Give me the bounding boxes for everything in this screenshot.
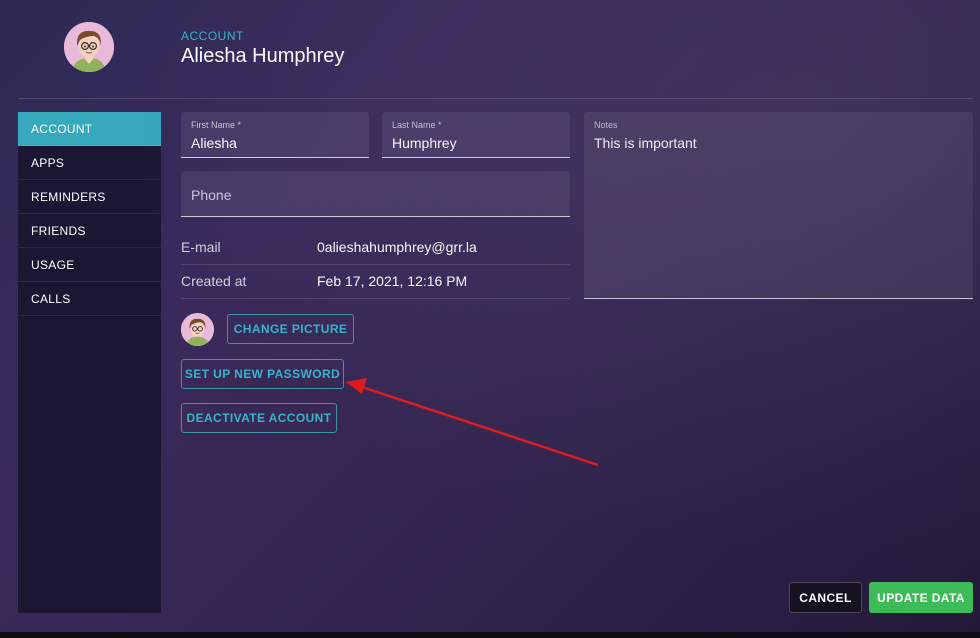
- sidebar-item-apps[interactable]: APPS: [18, 146, 161, 180]
- first-name-field[interactable]: First Name * Aliesha: [181, 112, 369, 158]
- notes-value[interactable]: This is important: [594, 135, 697, 151]
- header-divider: [18, 98, 973, 99]
- avatar-illustration-icon: [64, 22, 114, 72]
- update-data-button[interactable]: UPDATE DATA: [869, 582, 973, 613]
- email-row: E-mail 0alieshahumphrey@grr.la: [181, 231, 570, 265]
- cancel-button[interactable]: CANCEL: [789, 582, 862, 613]
- first-name-value[interactable]: Aliesha: [191, 135, 237, 151]
- user-avatar-large: [64, 22, 114, 72]
- created-at-row: Created at Feb 17, 2021, 12:16 PM: [181, 265, 570, 299]
- email-value: 0alieshahumphrey@grr.la: [317, 239, 477, 255]
- bottom-strip: [0, 632, 980, 638]
- sidebar-item-friends[interactable]: FRIENDS: [18, 214, 161, 248]
- sidebar-item-account[interactable]: ACCOUNT: [18, 112, 161, 146]
- notes-label: Notes: [594, 120, 618, 130]
- account-modal: ACCOUNT Aliesha Humphrey ACCOUNT APPS RE…: [0, 0, 980, 632]
- first-name-label: First Name *: [191, 120, 242, 130]
- sidebar-item-calls[interactable]: CALLS: [18, 282, 161, 316]
- created-at-label: Created at: [181, 273, 247, 289]
- user-avatar-small: [181, 313, 214, 346]
- change-picture-button[interactable]: CHANGE PICTURE: [227, 314, 354, 344]
- deactivate-account-button[interactable]: DEACTIVATE ACCOUNT: [181, 403, 337, 433]
- created-at-value: Feb 17, 2021, 12:16 PM: [317, 273, 468, 289]
- last-name-label: Last Name *: [392, 120, 442, 130]
- page-title: Aliesha Humphrey: [181, 45, 345, 67]
- last-name-value[interactable]: Humphrey: [392, 135, 457, 151]
- set-up-new-password-button[interactable]: SET UP NEW PASSWORD: [181, 359, 344, 389]
- phone-placeholder: Phone: [191, 187, 232, 203]
- sidebar-item-reminders[interactable]: REMINDERS: [18, 180, 161, 214]
- notes-field[interactable]: Notes This is important: [584, 112, 973, 299]
- header-section-label: ACCOUNT: [181, 29, 244, 43]
- avatar-illustration-icon: [181, 313, 214, 346]
- phone-field[interactable]: Phone: [181, 171, 570, 217]
- last-name-field[interactable]: Last Name * Humphrey: [382, 112, 570, 158]
- email-label: E-mail: [181, 239, 221, 255]
- sidebar-item-usage[interactable]: USAGE: [18, 248, 161, 282]
- sidebar: ACCOUNT APPS REMINDERS FRIENDS USAGE CAL…: [18, 112, 161, 613]
